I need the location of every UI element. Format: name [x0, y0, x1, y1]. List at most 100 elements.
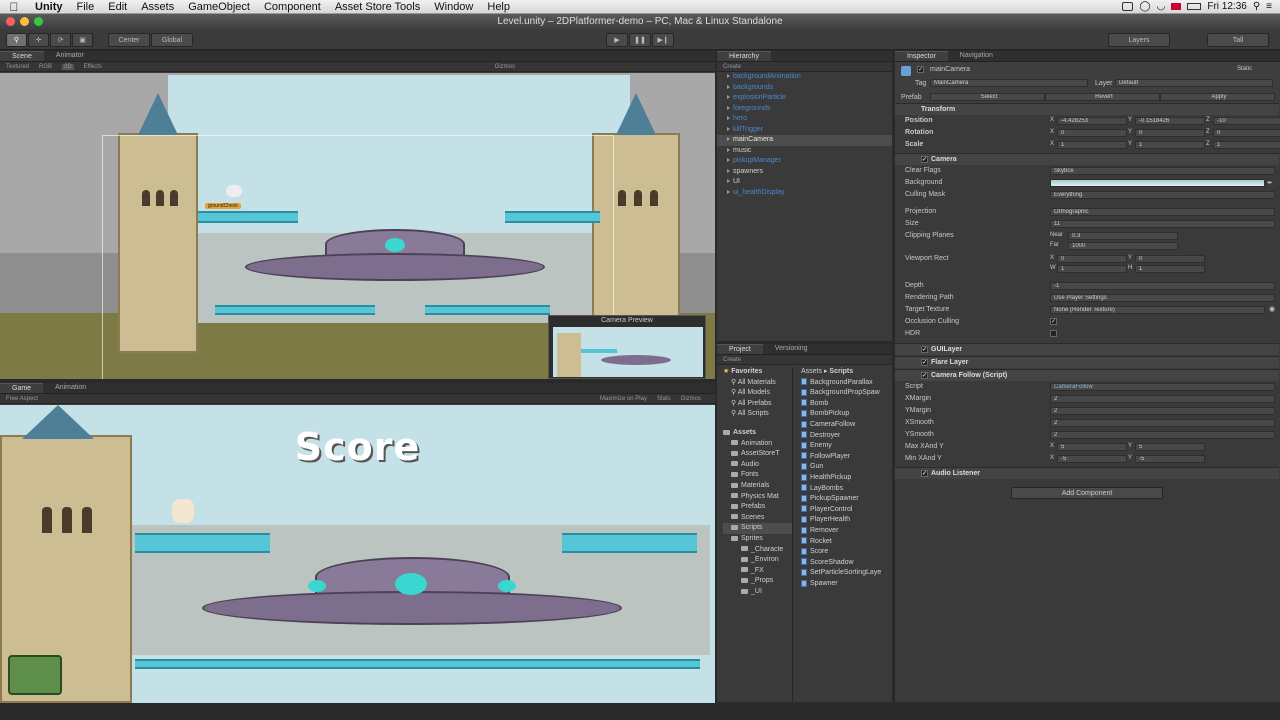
menu-edit[interactable]: Edit: [101, 1, 134, 13]
hierarchy-item[interactable]: hero: [717, 114, 892, 125]
clock[interactable]: Fri 12:36: [1207, 1, 1246, 12]
asset-folder[interactable]: Animation: [723, 439, 792, 450]
camerafollow-value-field[interactable]: 2: [1050, 407, 1275, 415]
target-texture-field[interactable]: None (Render Texture): [1050, 306, 1265, 314]
clear-flags-dropdown[interactable]: Skybox: [1050, 167, 1275, 175]
hierarchy-item[interactable]: mainCamera: [717, 135, 892, 146]
step-button[interactable]: ▶❙: [652, 33, 674, 47]
sync-icon[interactable]: ◯: [1139, 1, 1150, 12]
camerafollow-value-field[interactable]: 2: [1050, 431, 1275, 439]
wifi-icon[interactable]: ◡: [1157, 1, 1166, 12]
script-file[interactable]: PickupSpawner: [801, 494, 892, 505]
menu-file[interactable]: File: [70, 1, 102, 13]
script-file[interactable]: Score: [801, 547, 892, 558]
hierarchy-create-dropdown[interactable]: Create: [723, 64, 741, 70]
expand-arrow-icon[interactable]: [727, 189, 730, 194]
battery-icon[interactable]: [1187, 3, 1202, 10]
transform-y-field[interactable]: -0.1518426: [1135, 117, 1205, 125]
transform-x-field[interactable]: 0: [1057, 129, 1127, 137]
script-file[interactable]: SetParticleSortingLaye: [801, 568, 892, 579]
menu-window[interactable]: Window: [427, 1, 480, 13]
favorites-item[interactable]: ⚲ All Scripts: [723, 409, 792, 420]
sprite-subfolder[interactable]: _UI: [723, 587, 792, 598]
hierarchy-item[interactable]: UI: [717, 177, 892, 188]
asset-folder[interactable]: Materials: [723, 481, 792, 492]
object-name[interactable]: mainCamera: [930, 66, 970, 73]
tab-hierarchy[interactable]: Hierarchy: [717, 51, 771, 61]
hierarchy-item[interactable]: backgrounds: [717, 83, 892, 94]
script-file[interactable]: PlayerHealth: [801, 515, 892, 526]
script-file[interactable]: BackgroundParallax: [801, 378, 892, 389]
tab-project[interactable]: Project: [717, 344, 763, 354]
camerafollow-enabled-checkbox[interactable]: ✓: [921, 371, 928, 379]
tab-animation[interactable]: Animation: [43, 383, 98, 393]
transform-z-field[interactable]: 1: [1213, 141, 1280, 149]
expand-arrow-icon[interactable]: [727, 168, 730, 173]
camerafollow-value-field[interactable]: 2: [1050, 395, 1275, 403]
script-file[interactable]: BombPickup: [801, 409, 892, 420]
min-x-field[interactable]: -5: [1057, 455, 1127, 463]
tab-navigation[interactable]: Navigation: [948, 51, 1005, 61]
sprite-subfolder[interactable]: _Characte: [723, 545, 792, 556]
move-tool-button[interactable]: ✛: [28, 33, 49, 47]
menu-gameobject[interactable]: GameObject: [181, 1, 257, 13]
color-mode-dropdown[interactable]: RGB: [39, 64, 52, 70]
projection-dropdown[interactable]: Orthographic: [1050, 208, 1275, 216]
sprite-subfolder[interactable]: _FX: [723, 566, 792, 577]
script-file[interactable]: LayBombs: [801, 484, 892, 495]
expand-arrow-icon[interactable]: [727, 84, 730, 89]
viewport-w-field[interactable]: 1: [1057, 265, 1127, 273]
favorites-item[interactable]: ⚲ All Prefabs: [723, 399, 792, 410]
menu-asset-store-tools[interactable]: Asset Store Tools: [328, 1, 427, 13]
scene-viewport[interactable]: groundCheck Camera Preview: [0, 73, 715, 379]
add-component-button[interactable]: Add Component: [1011, 487, 1163, 499]
render-mode-dropdown[interactable]: Textured: [6, 64, 29, 70]
asset-folder[interactable]: Audio: [723, 460, 792, 471]
tab-scene[interactable]: Scene: [0, 51, 44, 61]
tab-versioning[interactable]: Versioning: [763, 344, 820, 354]
background-color-field[interactable]: [1050, 179, 1265, 187]
menu-component[interactable]: Component: [257, 1, 328, 13]
flarelayer-enabled-checkbox[interactable]: ✓: [921, 358, 928, 366]
expand-arrow-icon[interactable]: [727, 95, 730, 99]
tag-dropdown[interactable]: MainCamera: [930, 79, 1088, 87]
asset-folder[interactable]: Fonts: [723, 470, 792, 481]
hierarchy-item[interactable]: music: [717, 146, 892, 157]
script-file[interactable]: FollowPlayer: [801, 452, 892, 463]
asset-folder[interactable]: Physics Mat: [723, 492, 792, 503]
flag-icon[interactable]: [1171, 3, 1182, 10]
breadcrumb-scripts[interactable]: Scripts: [829, 368, 853, 375]
project-create-dropdown[interactable]: Create: [723, 357, 741, 363]
script-file[interactable]: Rocket: [801, 537, 892, 548]
hierarchy-item[interactable]: spawners: [717, 167, 892, 178]
assets-header[interactable]: Assets: [723, 428, 792, 439]
transform-x-field[interactable]: 1: [1057, 141, 1127, 149]
script-file[interactable]: ScoreShadow: [801, 558, 892, 569]
script-file[interactable]: Spawner: [801, 579, 892, 590]
expand-arrow-icon[interactable]: [727, 158, 730, 162]
depth-field[interactable]: -1: [1050, 282, 1275, 290]
camerafollow-component-header[interactable]: ✓ Camera Follow (Script): [895, 369, 1279, 381]
sprite-subfolder[interactable]: _Props: [723, 576, 792, 587]
viewport-h-field[interactable]: 1: [1135, 265, 1205, 273]
script-file[interactable]: Gun: [801, 462, 892, 473]
effects-dropdown[interactable]: Effects: [84, 64, 102, 70]
viewport-x-field[interactable]: 0: [1057, 255, 1127, 263]
camerafollow-value-field[interactable]: 2: [1050, 419, 1275, 427]
zoom-window-icon[interactable]: [34, 17, 43, 26]
2d-toggle[interactable]: 2D: [62, 63, 74, 70]
occlusion-culling-checkbox[interactable]: ✓: [1050, 318, 1057, 325]
menu-help[interactable]: Help: [480, 1, 517, 13]
expand-arrow-icon[interactable]: [727, 179, 730, 183]
aspect-dropdown[interactable]: Free Aspect: [6, 396, 38, 402]
transform-z-field[interactable]: -10: [1213, 117, 1280, 125]
active-checkbox[interactable]: ✓: [917, 66, 924, 73]
flarelayer-component-header[interactable]: ✓ Flare Layer: [895, 356, 1279, 368]
hierarchy-item[interactable]: pickupManager: [717, 156, 892, 167]
layers-dropdown[interactable]: Layers: [1108, 33, 1170, 47]
layout-dropdown[interactable]: Tall: [1207, 33, 1269, 47]
expand-arrow-icon[interactable]: [727, 137, 730, 141]
script-file[interactable]: PlayerControl: [801, 505, 892, 516]
object-picker-icon[interactable]: ◉: [1269, 305, 1275, 313]
maximize-on-play-toggle[interactable]: Maximize on Play: [600, 396, 647, 402]
